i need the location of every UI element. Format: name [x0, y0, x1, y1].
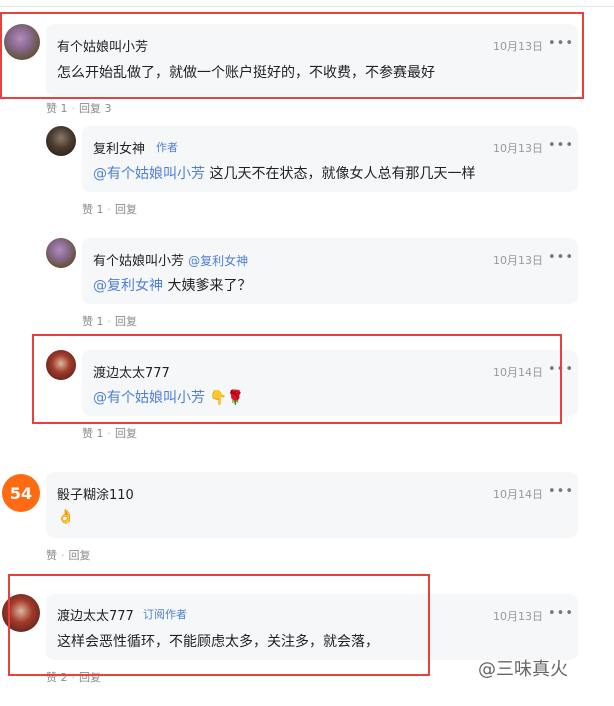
author-badge: 作者	[156, 141, 178, 154]
comment-date: 10月14日	[493, 488, 543, 501]
mention-link[interactable]: @有个姑娘叫小芳	[93, 166, 205, 182]
comment-date: 10月13日	[493, 40, 543, 53]
avatar[interactable]	[46, 126, 76, 156]
comment-author[interactable]: 渡边太太777	[57, 605, 134, 624]
like-button[interactable]: 赞 2	[46, 671, 68, 684]
comment-date: 10月13日	[493, 142, 543, 155]
mention-link[interactable]: @复利女神	[188, 254, 248, 268]
mention-link[interactable]: @复利女神	[93, 278, 163, 294]
avatar[interactable]: 54	[2, 474, 40, 512]
mention-link[interactable]: @有个姑娘叫小芳	[93, 390, 205, 406]
comment-bubble	[46, 472, 578, 538]
comment-date: 10月13日	[493, 610, 543, 623]
watermark: @三味真火	[478, 659, 568, 680]
more-options-icon[interactable]: •••	[548, 250, 574, 265]
avatar[interactable]	[46, 238, 76, 268]
more-options-icon[interactable]: •••	[548, 138, 574, 153]
comment-bubble	[46, 24, 578, 96]
comment-author[interactable]: 有个姑娘叫小芳	[57, 36, 148, 55]
reply-button[interactable]: 回复	[69, 549, 91, 562]
more-options-icon[interactable]: •••	[548, 36, 574, 51]
comment-date: 10月14日	[493, 366, 543, 379]
more-options-icon[interactable]: •••	[548, 606, 574, 621]
comment-text: 怎么开始乱做了，就做一个账户挺好的，不收费，不参赛最好	[57, 65, 435, 81]
comment-actions: 赞 1 · 回复	[82, 203, 137, 216]
comment-date: 10月13日	[493, 254, 543, 267]
comment-author[interactable]: 有个姑娘叫小芳 @复利女神	[93, 250, 248, 269]
comment-actions: 赞 1 · 回复 3	[46, 102, 112, 115]
like-button[interactable]: 赞	[46, 549, 57, 562]
avatar[interactable]	[46, 350, 76, 380]
avatar[interactable]	[2, 594, 40, 632]
avatar[interactable]	[4, 24, 40, 60]
comment-actions: 赞 1 · 回复	[82, 315, 137, 328]
subscriber-badge: 订阅作者	[143, 608, 187, 621]
comment-actions: 赞 · 回复	[46, 549, 91, 562]
like-button[interactable]: 赞 1	[82, 203, 104, 216]
like-button[interactable]: 赞 1	[82, 427, 104, 440]
comment-text: 👌	[57, 509, 75, 525]
comment-text: 这样会恶性循环，不能顾虑太多，关注多，就会落，	[57, 634, 379, 650]
comment-actions: 赞 2 · 回复	[46, 671, 101, 684]
more-options-icon[interactable]: •••	[548, 362, 574, 377]
reply-button[interactable]: 回复 3	[79, 102, 112, 115]
comment-actions: 赞 1 · 回复	[82, 427, 137, 440]
comment-text: @复利女神 大姨爹来了？	[93, 278, 252, 294]
comment-author[interactable]: 渡边太太777	[93, 362, 170, 381]
comment-author[interactable]: 骰子糊涂110	[57, 484, 134, 503]
comment-text: @有个姑娘叫小芳 这几天不在状态，就像女人总有那几天一样	[93, 166, 476, 182]
comment-text: @有个姑娘叫小芳 👇🌹	[93, 390, 245, 406]
top-divider	[0, 0, 614, 7]
reply-button[interactable]: 回复	[115, 315, 137, 328]
reply-button[interactable]: 回复	[115, 203, 137, 216]
reply-button[interactable]: 回复	[115, 427, 137, 440]
comment-author[interactable]: 复利女神	[93, 138, 145, 157]
like-button[interactable]: 赞 1	[82, 315, 104, 328]
more-options-icon[interactable]: •••	[548, 484, 574, 499]
like-button[interactable]: 赞 1	[46, 102, 68, 115]
reply-button[interactable]: 回复	[79, 671, 101, 684]
